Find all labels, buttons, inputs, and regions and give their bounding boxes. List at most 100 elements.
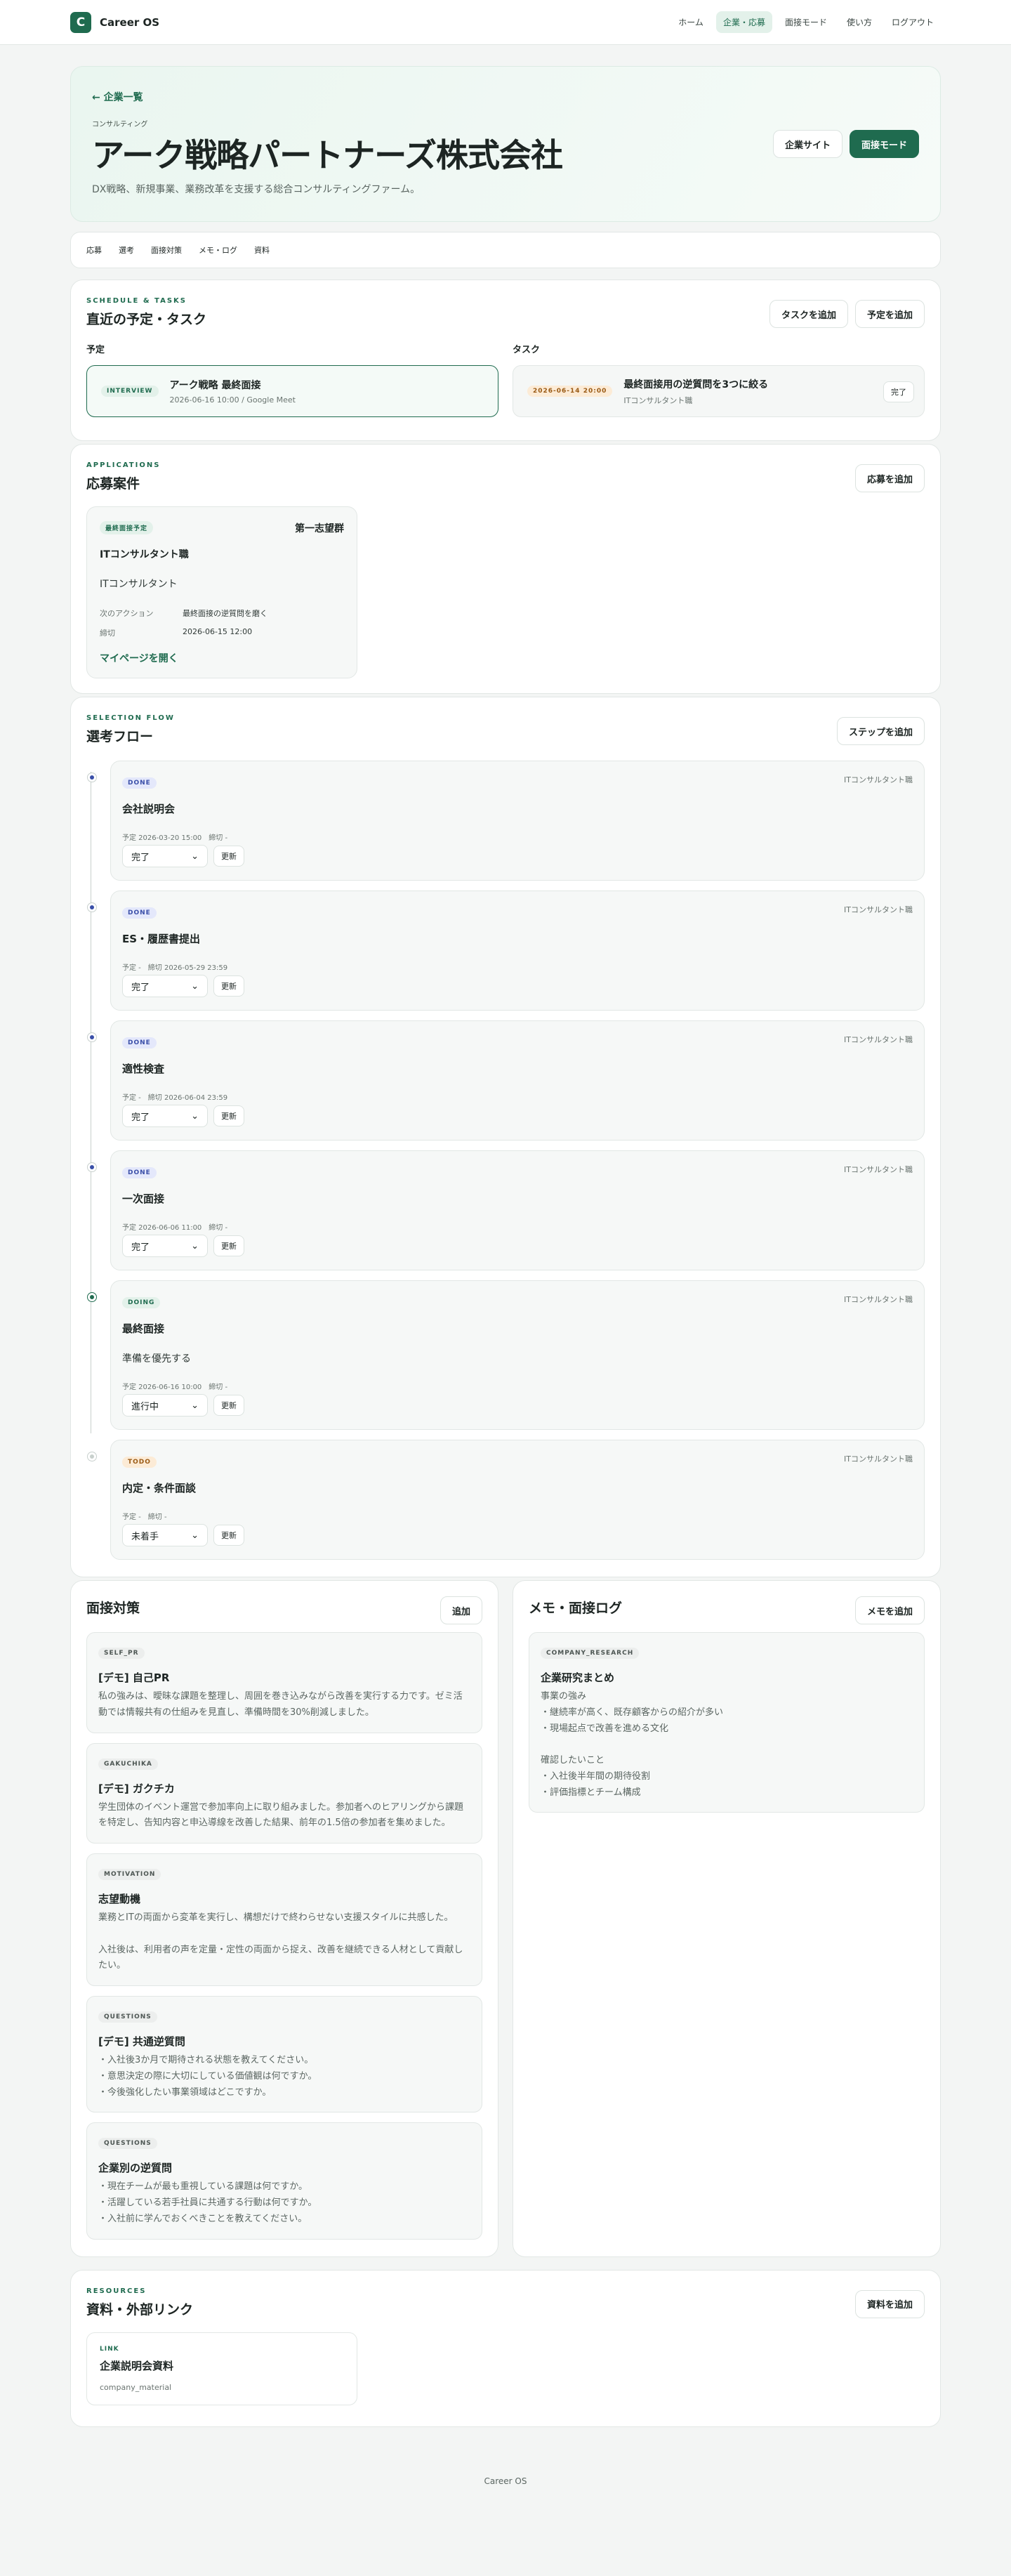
nav-companies[interactable]: 企業・応募 [715,11,772,33]
step-status-value: 進行中 [131,1401,159,1412]
step-update-button[interactable]: 更新 [213,846,244,867]
step-update-button[interactable]: 更新 [213,1525,244,1546]
step-status-select[interactable]: 完了 ⌄ [122,975,208,997]
event-item[interactable]: INTERVIEW アーク戦略 最終面接 2026-06-16 10:00 / … [86,365,498,417]
step-status-badge: TODO [122,1457,157,1468]
application-status-badge: 最終面接予定 [100,521,154,534]
prep-tag: SELF_PR [98,1648,145,1659]
step-update-button[interactable]: 更新 [213,1235,244,1256]
events-column: 予定 INTERVIEW アーク戦略 最終面接 2026-06-16 10:00… [86,328,498,417]
prep-note[interactable]: SELF_PR [デモ] 自己PR 私の強みは、曖昧な課題を整理し、周囲を巻き込… [86,1632,482,1733]
memo-tag: COMPANY_RESEARCH [541,1648,640,1659]
prep-note-body: 私の強みは、曖昧な課題を整理し、周囲を巻き込みながら改善を実行する力です。ゼミ活… [98,1691,463,1718]
memo-note-title: 企業研究まとめ [541,1671,615,1684]
application-category: ITコンサルタント [100,579,178,590]
step-update-button[interactable]: 更新 [213,1105,244,1126]
step-title: 適性検査 [122,1063,165,1075]
next-action-row: 次のアクション 最終面接の逆質問を磨く [100,607,344,619]
step-controls: 完了 ⌄ 更新 [122,1235,913,1257]
main-nav: ホーム 企業・応募 面接モード 使い方 ログアウト [671,11,941,33]
tasks-label: タスク [513,345,541,355]
interview-prep-section: 面接対策 追加 SELF_PR [デモ] 自己PR 私の強みは、曖昧な課題を整理… [70,1580,498,2257]
memo-note[interactable]: COMPANY_RESEARCH 企業研究まとめ 事業の強み ・継続率が高く、既… [529,1632,925,1813]
brand[interactable]: C Career OS [70,11,160,33]
nav-interview-mode[interactable]: 面接モード [778,11,834,33]
add-prep-button[interactable]: 追加 [440,1596,482,1624]
deadline-row: 締切 2026-06-15 12:00 [100,627,344,638]
step-dot-icon [87,1162,97,1172]
flow-step: TODO ITコンサルタント職 内定・条件面談 予定 - 締切 - 未着手 ⌄ 更… [87,1440,925,1560]
step-controls: 完了 ⌄ 更新 [122,845,913,867]
prep-note[interactable]: QUESTIONS [デモ] 共通逆質問 ・入社後3か月で期待される状態を教えて… [86,1996,482,2113]
nav-logout[interactable]: ログアウト [885,11,941,33]
add-resource-button[interactable]: 資料を追加 [854,2289,925,2318]
step-dot-icon [87,773,97,782]
step-title: 一次面接 [122,1192,165,1205]
step-title: 内定・条件面談 [122,1482,197,1494]
flow-step: DONE ITコンサルタント職 ES・履歴書提出 予定 - 締切 2026-05… [87,891,925,1011]
tasks-column: タスク 2026-06-14 20:00 最終面接用の逆質問を3つに絞る ITコ… [513,328,925,417]
step-controls: 完了 ⌄ 更新 [122,975,913,997]
add-memo-button[interactable]: メモを追加 [854,1596,925,1624]
chevron-down-icon: ⌄ [191,1400,199,1411]
event-title: アーク戦略 最終面接 [169,380,261,391]
step-status-select[interactable]: 進行中 ⌄ [122,1394,208,1417]
company-site-button[interactable]: 企業サイト [772,130,842,158]
step-status-select[interactable]: 完了 ⌄ [122,1105,208,1127]
step-status-select[interactable]: 完了 ⌄ [122,1235,208,1257]
step-status-value: 未着手 [131,1531,159,1542]
applications-actions: 応募を追加 [854,464,925,492]
flow-timeline: DONE ITコンサルタント職 会社説明会 予定 2026-03-20 15:0… [86,761,925,1560]
open-mypage-link[interactable]: マイページを開く [100,651,344,665]
step-note: 準備を優先する [122,1353,191,1365]
tab-interview-prep[interactable]: 面接対策 [144,240,189,260]
interview-mode-button[interactable]: 面接モード [849,130,919,158]
add-event-button[interactable]: 予定を追加 [854,300,925,328]
resources-actions: 資料を追加 [854,2289,925,2318]
prep-note-title: [デモ] 共通逆質問 [98,2035,185,2048]
tab-resources[interactable]: 資料 [247,240,277,260]
company-category: コンサルティング [92,121,148,129]
step-status-select[interactable]: 完了 ⌄ [122,845,208,867]
flow-eyebrow: SELECTION FLOW [86,714,175,722]
nav-how-to[interactable]: 使い方 [840,11,879,33]
applications-section: APPLICATIONS 応募案件 応募を追加 最終面接予定 第一志望群 ITコ… [70,444,941,694]
step-status-badge: DONE [122,1037,157,1049]
tab-memo-log[interactable]: メモ・ログ [192,240,244,260]
prep-note-body: ・入社後3か月で期待される状態を教えてください。 ・意思決定の際に大切にしている… [98,2055,317,2098]
applications-eyebrow: APPLICATIONS [86,461,161,469]
step-controls: 完了 ⌄ 更新 [122,1105,913,1127]
task-complete-button[interactable]: 完了 [883,381,914,402]
step-dates: 予定 - 締切 2026-06-04 23:59 [122,1094,228,1102]
step-update-button[interactable]: 更新 [213,1395,244,1416]
step-status-badge: DONE [122,907,157,919]
nav-home[interactable]: ホーム [671,11,711,33]
step-status-badge: DONE [122,1167,157,1178]
memo-actions: メモを追加 [854,1596,925,1624]
tab-applications[interactable]: 応募 [79,240,109,260]
step-status-value: 完了 [131,852,150,863]
step-update-button[interactable]: 更新 [213,975,244,997]
chevron-down-icon: ⌄ [191,1240,199,1251]
prep-memo-row: 面接対策 追加 SELF_PR [デモ] 自己PR 私の強みは、曖昧な課題を整理… [70,1580,941,2257]
prep-note-title: 企業別の逆質問 [98,2162,173,2175]
step-dot-icon [87,1452,97,1461]
tab-selection[interactable]: 選考 [112,240,141,260]
prep-note[interactable]: GAKUCHIKA [デモ] ガクチカ 学生団体のイベント運営で参加率向上に取り… [86,1742,482,1844]
step-dates: 予定 - 締切 - [122,1513,167,1521]
step-dates: 予定 2026-06-06 11:00 締切 - [122,1224,228,1232]
brand-name: Career OS [100,15,160,29]
add-task-button[interactable]: タスクを追加 [769,300,848,328]
back-to-companies-link[interactable]: ← 企業一覧 [92,90,919,104]
step-status-select[interactable]: 未着手 ⌄ [122,1524,208,1546]
chevron-down-icon: ⌄ [191,980,199,992]
resources-eyebrow: RESOURCES [86,2287,147,2295]
prep-note[interactable]: MOTIVATION 志望動機 業務とITの両面から変革を実行し、構想だけで終わ… [86,1853,482,1986]
step-status-badge: DOING [122,1297,161,1308]
prep-note[interactable]: QUESTIONS 企業別の逆質問 ・現在チームが最も重視している課題は何ですか… [86,2122,482,2240]
add-application-button[interactable]: 応募を追加 [854,464,925,492]
prep-note-body: 業務とITの両面から変革を実行し、構想だけで終わらせない支援スタイルに共感した。… [98,1912,463,1971]
prep-title: 面接対策 [86,1601,140,1616]
add-step-button[interactable]: ステップを追加 [836,717,925,745]
resource-card[interactable]: LINK 企業説明会資料 company_material [86,2332,357,2405]
